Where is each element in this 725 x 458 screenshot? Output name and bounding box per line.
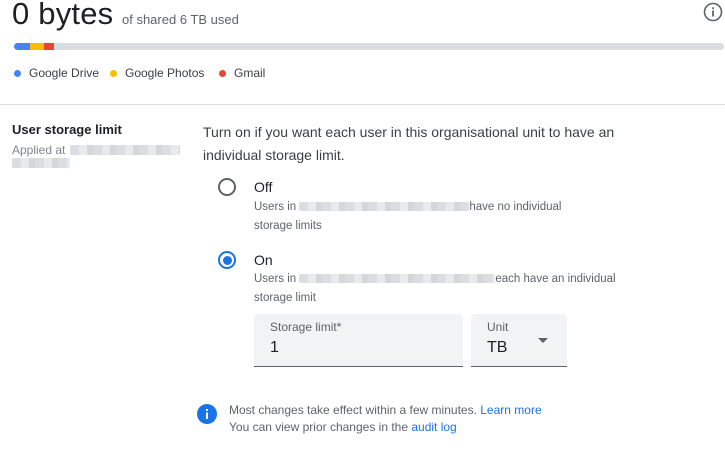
desc-line2: storage limit	[254, 292, 316, 304]
storage-used-suffix: of shared 6 TB used	[122, 12, 239, 27]
redacted-org-unit	[70, 145, 180, 155]
photos-usage-segment	[30, 43, 44, 50]
desc-suffix: each have an individual	[495, 273, 616, 285]
dropdown-arrow-icon	[538, 338, 548, 343]
desc-prefix: Users in	[254, 201, 297, 213]
legend-gmail: Gmail	[219, 66, 265, 80]
option-on-label[interactable]: On	[254, 252, 273, 268]
unit-select[interactable]: Unit TB	[471, 314, 567, 367]
intro-line: individual storage limit.	[203, 147, 345, 163]
unit-label: Unit	[487, 320, 509, 334]
storage-usage-bar	[14, 43, 724, 50]
learn-more-link[interactable]: Learn more	[480, 403, 541, 417]
applied-at-label: Applied at	[12, 143, 66, 157]
option-off-label[interactable]: Off	[254, 179, 272, 195]
legend-label: Google Drive	[29, 66, 100, 80]
intro-line: Turn on if you want each user in this or…	[203, 124, 615, 140]
desc-prefix: Users in	[254, 273, 297, 285]
note-line2: You can view prior changes in the	[229, 420, 409, 434]
legend-photos: Google Photos	[110, 66, 204, 80]
option-on-description: Users in each have an individual storage…	[254, 270, 654, 308]
note-line1: Most changes take effect within a few mi…	[229, 403, 477, 417]
setting-description: Turn on if you want each user in this or…	[203, 121, 623, 167]
option-off-description: Users in have no individual storage limi…	[254, 198, 614, 236]
radio-on[interactable]	[218, 251, 236, 269]
storage-used-amount: 0 bytes	[12, 0, 114, 31]
redacted-org-unit	[12, 158, 70, 168]
redacted-org-unit	[299, 202, 470, 212]
info-filled-icon	[197, 404, 217, 424]
audit-log-link[interactable]: audit log	[411, 420, 456, 434]
section-divider	[0, 104, 725, 105]
desc-line2: storage limits	[254, 220, 322, 232]
drive-dot-icon	[14, 69, 21, 77]
legend-label: Gmail	[234, 66, 266, 80]
storage-limit-input[interactable]: Storage limit* 1	[254, 314, 463, 367]
unit-value: TB	[487, 339, 508, 356]
redacted-org-unit	[299, 274, 496, 284]
drive-usage-segment	[14, 43, 30, 50]
gmail-usage-segment	[44, 43, 54, 50]
changes-note: Most changes take effect within a few mi…	[229, 402, 629, 436]
legend-label: Google Photos	[125, 66, 205, 80]
info-icon[interactable]	[703, 2, 723, 22]
storage-limit-value: 1	[270, 339, 279, 356]
legend-drive: Google Drive	[14, 66, 99, 80]
photos-dot-icon	[110, 69, 117, 77]
radio-off[interactable]	[218, 178, 236, 196]
setting-title: User storage limit	[12, 122, 122, 137]
storage-limit-label: Storage limit*	[270, 320, 342, 334]
desc-suffix: have no individual	[469, 201, 562, 213]
gmail-dot-icon	[219, 69, 226, 77]
